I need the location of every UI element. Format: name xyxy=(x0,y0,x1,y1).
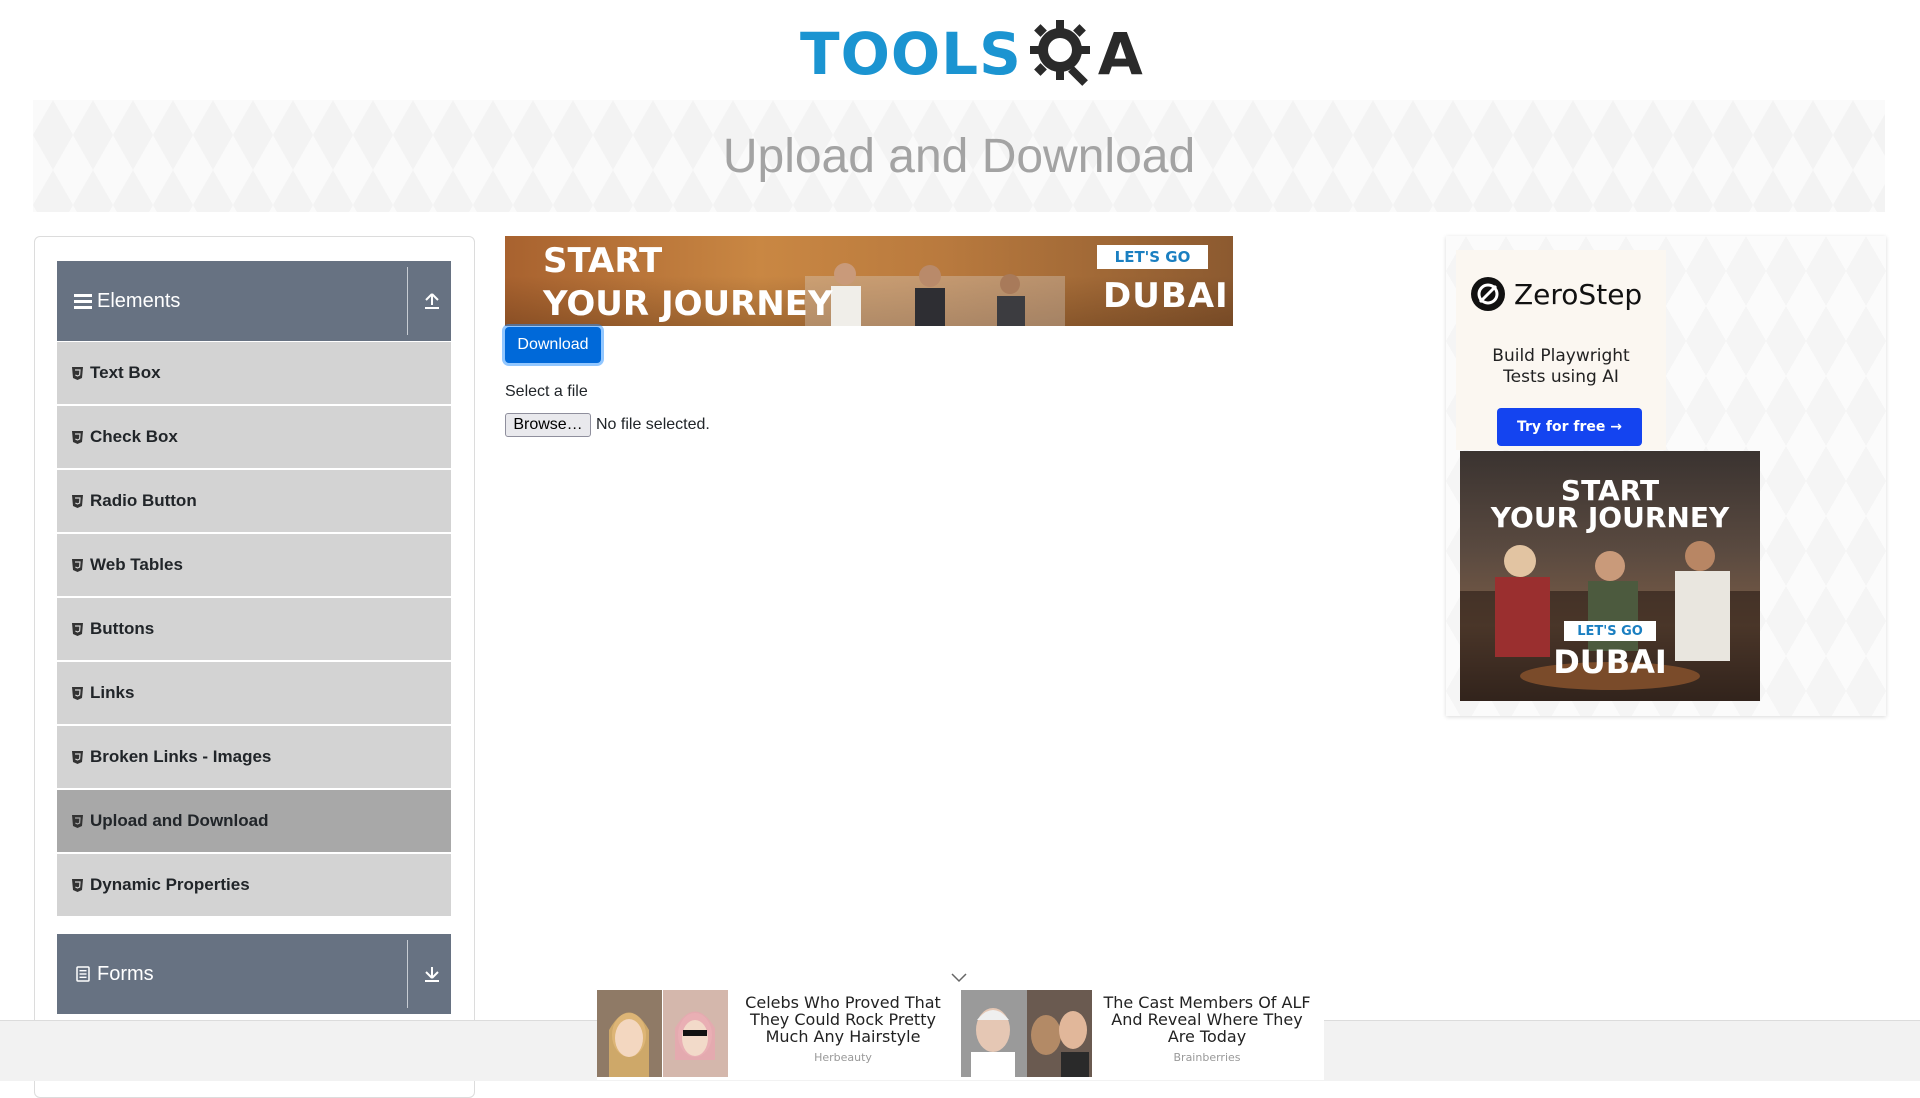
zerostep-ad[interactable]: ZeroStep Build Playwright Tests using AI… xyxy=(1456,250,1666,450)
ad-story-title-line: And Reveal Where They xyxy=(1111,1010,1303,1029)
sidebar-item-broken-links-images[interactable]: Broken Links - Images xyxy=(57,726,451,788)
zerostep-icon xyxy=(1471,277,1505,311)
try-for-free-button[interactable]: Try for free → xyxy=(1497,408,1642,446)
ad-story-image xyxy=(961,990,1092,1077)
sidebar-item-label: Web Tables xyxy=(90,555,183,574)
html5-badge-icon xyxy=(72,494,84,508)
right-ad-container: ZeroStep Build Playwright Tests using AI… xyxy=(1446,236,1886,716)
sidebar-item-label: Links xyxy=(90,683,135,702)
html5-badge-icon xyxy=(72,814,84,828)
ad-headline: START YOUR JOURNEY xyxy=(1460,474,1760,534)
html5-badge-icon xyxy=(72,558,84,572)
ad-story-title-line: Are Today xyxy=(1167,1027,1247,1046)
logo-text-tools: TOOLS xyxy=(800,20,1022,88)
file-status-text: No file selected. xyxy=(596,416,710,433)
zerostep-name: ZeroStep xyxy=(1514,277,1643,311)
page-title-banner: Upload and Download xyxy=(33,100,1885,212)
ad-story-image xyxy=(597,990,728,1077)
download-button[interactable]: Download xyxy=(505,327,601,363)
ad-headline: START YOUR JOURNEY xyxy=(543,240,833,326)
sidebar-item-links[interactable]: Links xyxy=(57,662,451,724)
sidebar-item-label: Check Box xyxy=(90,427,178,446)
expand-arrow-icon[interactable] xyxy=(421,962,443,986)
ad-story-title-line: Much Any Hairstyle xyxy=(765,1027,921,1046)
ad-headline-line: YOUR JOURNEY xyxy=(543,284,833,324)
sidebar-item-label: Radio Button xyxy=(90,491,197,510)
sidebar-item-label: Buttons xyxy=(90,619,155,638)
ad-photo xyxy=(805,263,1065,326)
list-icon xyxy=(73,291,93,311)
ad-story-text: The Cast Members Of ALF And Reveal Where… xyxy=(1092,990,1322,1080)
sidebar-group-forms[interactable]: Forms xyxy=(57,934,451,1014)
page-title: Upload and Download xyxy=(722,129,1196,183)
html5-badge-icon xyxy=(72,366,84,380)
zerostep-logo: ZeroStep xyxy=(1470,276,1642,312)
ad-story-title: The Cast Members Of ALF And Reveal Where… xyxy=(1092,994,1322,1045)
zerostep-tagline: Build Playwright Tests using AI xyxy=(1456,346,1666,388)
sidebar-group-elements[interactable]: Elements xyxy=(57,261,451,341)
sidebar-item-dynamic-properties[interactable]: Dynamic Properties xyxy=(57,854,451,916)
sidebar-item-radio-button[interactable]: Radio Button xyxy=(57,470,451,532)
sidebar-item-label: Upload and Download xyxy=(90,811,269,830)
ad-brand: DUBAI xyxy=(1553,643,1667,681)
collapse-arrow-icon[interactable] xyxy=(421,289,443,313)
ad-headline-line: START xyxy=(1560,474,1660,507)
sidebar-item-label: Text Box xyxy=(90,363,161,382)
ad-brand: DUBAI xyxy=(1103,276,1229,316)
divider xyxy=(407,940,408,1008)
chevron-down-icon[interactable] xyxy=(949,970,969,986)
elements-menu: Text Box Check Box Radio Button Web Tabl… xyxy=(57,342,451,918)
sidebar-group-title: Elements xyxy=(97,289,181,312)
dubai-square-ad[interactable]: START YOUR JOURNEY LET'S GO DUBAI xyxy=(1460,451,1760,701)
html5-badge-icon xyxy=(72,750,84,764)
bottom-native-ad: Celebs Who Proved That They Could Rock P… xyxy=(597,990,1324,1080)
html5-badge-icon xyxy=(72,430,84,444)
ad-story-title-line: They Could Rock Pretty xyxy=(750,1010,936,1029)
ad-headline-line: START xyxy=(543,241,663,281)
ad-cta: LET'S GO xyxy=(1097,245,1208,269)
gear-magnifier-icon xyxy=(1026,16,1096,93)
sidebar-item-buttons[interactable]: Buttons xyxy=(57,598,451,660)
ad-story-title-line: The Cast Members Of ALF xyxy=(1103,993,1311,1012)
zerostep-tagline-line: Tests using AI xyxy=(1503,367,1619,387)
sidebar-item-web-tables[interactable]: Web Tables xyxy=(57,534,451,596)
ad-story-text: Celebs Who Proved That They Could Rock P… xyxy=(728,990,958,1080)
upload-file-label: Select a file xyxy=(505,383,588,400)
sidebar-item-text-box[interactable]: Text Box xyxy=(57,342,451,404)
ad-story-source: Brainberries xyxy=(1173,1051,1241,1064)
html5-badge-icon xyxy=(72,622,84,636)
ad-story-title: Celebs Who Proved That They Could Rock P… xyxy=(728,994,958,1045)
ad-story-title-line: Celebs Who Proved That xyxy=(745,993,941,1012)
sidebar: Elements Text Box Check Box Radio Button… xyxy=(34,236,475,1098)
sidebar-group-title: Forms xyxy=(97,962,154,985)
zerostep-tagline-line: Build Playwright xyxy=(1492,346,1630,366)
html5-badge-icon xyxy=(72,878,84,892)
browse-file-button[interactable]: Browse… xyxy=(505,413,591,437)
ad-cta: LET'S GO xyxy=(1564,621,1656,641)
document-icon xyxy=(73,964,93,984)
ad-story[interactable]: The Cast Members Of ALF And Reveal Where… xyxy=(961,990,1322,1080)
divider xyxy=(407,267,408,335)
ad-headline-line: YOUR JOURNEY xyxy=(1490,501,1730,534)
dubai-banner-ad[interactable]: START YOUR JOURNEY LET'S GO DUBAI xyxy=(505,236,1233,326)
sidebar-item-upload-and-download[interactable]: Upload and Download xyxy=(57,790,451,852)
logo-text-a: A xyxy=(1097,20,1143,88)
html5-badge-icon xyxy=(72,686,84,700)
sidebar-item-check-box[interactable]: Check Box xyxy=(57,406,451,468)
ad-story-source: Herbeauty xyxy=(814,1051,872,1064)
ad-story[interactable]: Celebs Who Proved That They Could Rock P… xyxy=(597,990,958,1080)
sidebar-item-label: Broken Links - Images xyxy=(90,747,272,766)
sidebar-item-label: Dynamic Properties xyxy=(90,875,250,894)
toolsqa-logo[interactable]: TOOLS A xyxy=(800,14,1143,94)
